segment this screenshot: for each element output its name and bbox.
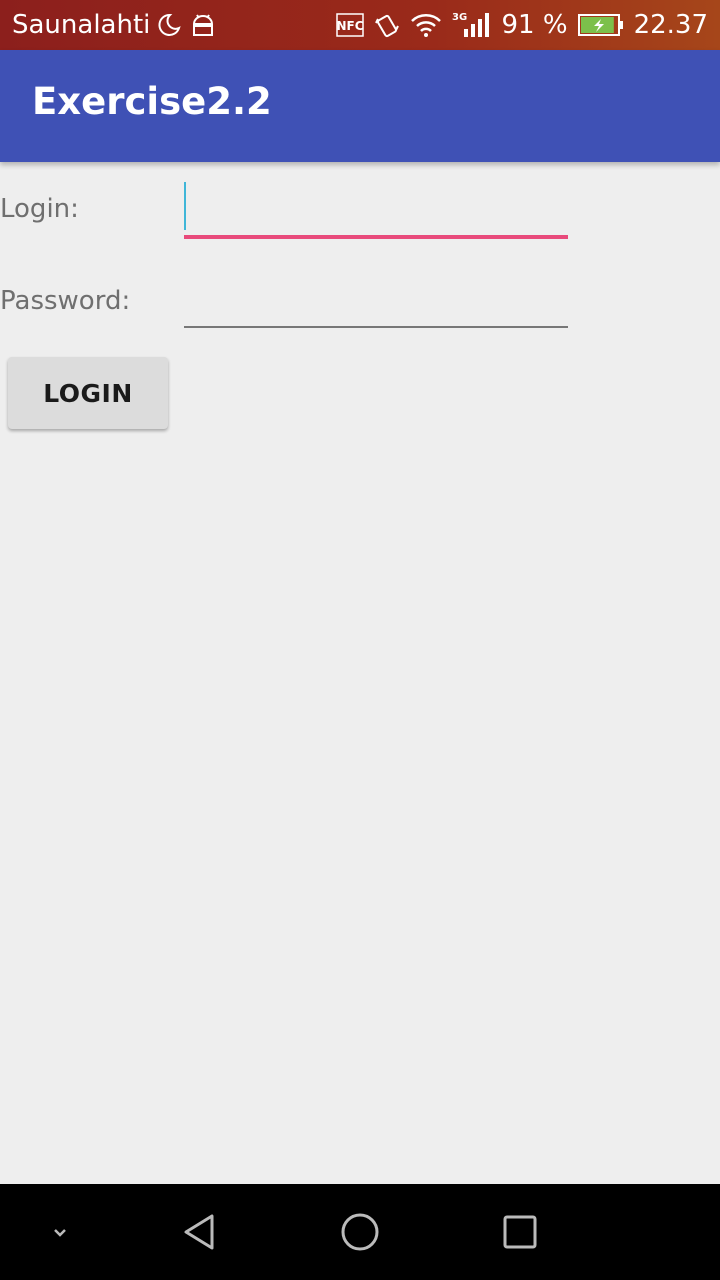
vibrate-icon [374, 12, 400, 38]
login-input-underline [184, 235, 568, 239]
status-bar: Saunalahti NFC 3G 91 % 22.37 [0, 0, 720, 50]
navigation-bar [0, 1184, 720, 1280]
login-label: Login: [0, 194, 79, 224]
back-icon[interactable] [170, 1202, 230, 1262]
text-cursor [184, 182, 186, 230]
home-icon[interactable] [330, 1202, 390, 1262]
moon-icon [156, 12, 182, 38]
nfc-icon: NFC [335, 12, 364, 38]
battery-charging-icon [577, 13, 624, 37]
page-title: Exercise2.2 [32, 80, 272, 123]
login-input[interactable] [184, 180, 568, 236]
password-input-underline [184, 326, 568, 328]
recents-icon[interactable] [490, 1202, 550, 1262]
login-form: Login: Password: LOGIN [0, 162, 720, 1184]
signal-icon: 3G [452, 11, 492, 39]
android-icon [190, 12, 216, 38]
carrier-name: Saunalahti [12, 10, 151, 40]
battery-percent: 91 % [501, 10, 568, 40]
login-button[interactable]: LOGIN [8, 357, 168, 429]
password-label: Password: [0, 286, 131, 316]
clock: 22.37 [633, 10, 708, 40]
network-type: 3G [452, 12, 467, 23]
nfc-text: NFC [336, 19, 363, 33]
chevron-down-icon[interactable] [30, 1202, 90, 1262]
app-bar: Exercise2.2 [0, 50, 720, 162]
password-input[interactable] [184, 270, 568, 326]
wifi-icon [410, 12, 442, 38]
